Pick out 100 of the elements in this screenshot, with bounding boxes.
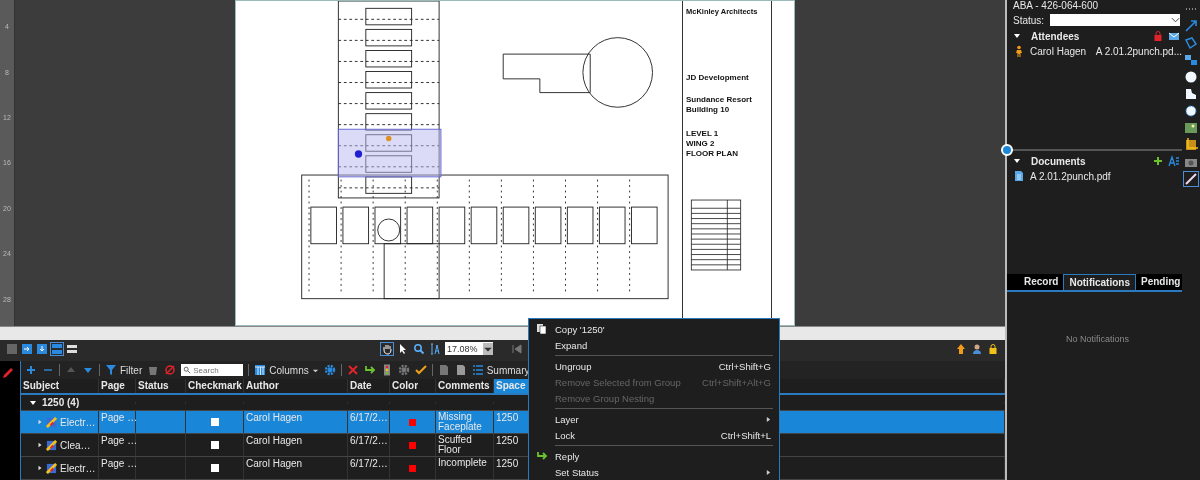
column-header[interactable]: Subject bbox=[21, 379, 99, 393]
expand-arrow-icon[interactable] bbox=[37, 441, 43, 449]
list-icon bbox=[471, 364, 484, 376]
table-cell: Clea… bbox=[60, 439, 91, 451]
reply-icon bbox=[536, 450, 548, 462]
filter-button[interactable]: Filter bbox=[105, 364, 143, 376]
menu-item[interactable]: Copy '1250' bbox=[529, 321, 779, 337]
document-icon[interactable] bbox=[454, 364, 467, 376]
section-title: Attendees bbox=[1031, 30, 1080, 42]
shapes-icon[interactable] bbox=[1184, 53, 1198, 67]
pointer-icon[interactable] bbox=[397, 342, 409, 355]
sort-icon[interactable] bbox=[1168, 155, 1180, 167]
hand-icon[interactable] bbox=[381, 342, 393, 355]
settings-icon[interactable] bbox=[397, 364, 410, 376]
column-header[interactable]: Status bbox=[136, 379, 186, 393]
add-icon[interactable] bbox=[25, 364, 37, 376]
menu-item[interactable]: Expand bbox=[529, 337, 779, 353]
project-name: Building 10 bbox=[686, 105, 731, 115]
checkbox[interactable] bbox=[210, 418, 219, 426]
session-id: ABA - 426-064-600 bbox=[1013, 0, 1100, 11]
lock-icon[interactable] bbox=[1152, 30, 1164, 42]
table-cell: Scuffed Floor bbox=[436, 434, 494, 456]
stacked-view-icon[interactable] bbox=[66, 342, 78, 355]
markup-icon bbox=[46, 462, 57, 474]
zoom-field[interactable]: 17.08% bbox=[445, 342, 493, 355]
column-header[interactable]: Color bbox=[390, 379, 436, 393]
sheet-title: LEVEL 1 bbox=[686, 129, 720, 139]
attendee-document: A 2.01.2punch.pd... bbox=[1095, 45, 1182, 57]
copy-icon bbox=[536, 323, 548, 335]
text-select-icon[interactable] bbox=[429, 342, 441, 355]
ellipse-icon[interactable] bbox=[1184, 70, 1198, 84]
settings-icon[interactable] bbox=[323, 364, 336, 376]
polyline-icon[interactable] bbox=[1184, 36, 1198, 50]
up-arrow-icon[interactable] bbox=[955, 342, 967, 355]
caret-icon bbox=[1171, 16, 1180, 24]
tab[interactable]: Record bbox=[1019, 274, 1064, 290]
table-cell: Page … bbox=[99, 411, 136, 433]
trash-icon[interactable] bbox=[147, 364, 160, 376]
mail-icon[interactable] bbox=[1168, 30, 1180, 42]
delete-icon[interactable] bbox=[346, 364, 359, 376]
table-cell: Carol Hagen bbox=[244, 434, 348, 456]
table-cell: Missing Faceplate bbox=[436, 411, 494, 433]
document-icon[interactable] bbox=[437, 364, 450, 376]
menu-item[interactable]: Ungroup Ctrl+Shift+G bbox=[529, 358, 779, 374]
empty-message: No Notifications bbox=[1065, 334, 1130, 344]
columns-button[interactable]: Columns bbox=[254, 364, 319, 376]
group-row-label[interactable]: 1250 (4) bbox=[21, 397, 99, 408]
first-page-icon[interactable] bbox=[511, 342, 523, 355]
status-label: Status: bbox=[1013, 14, 1045, 26]
reply-icon[interactable] bbox=[363, 364, 376, 376]
lock-icon[interactable] bbox=[987, 342, 999, 355]
column-header[interactable]: Author bbox=[244, 379, 348, 393]
project-name: Sundance Resort bbox=[686, 95, 753, 105]
polygon-icon[interactable] bbox=[1184, 87, 1198, 101]
column-header[interactable]: Date bbox=[348, 379, 390, 393]
filter-icon bbox=[105, 364, 117, 376]
table-cell: Carol Hagen bbox=[244, 411, 348, 433]
person-icon bbox=[1013, 45, 1025, 57]
pen-icon[interactable] bbox=[1184, 172, 1198, 186]
tab[interactable]: Notifications bbox=[1063, 274, 1136, 290]
expand-arrow-icon[interactable] bbox=[29, 398, 37, 407]
checkbox[interactable] bbox=[210, 464, 219, 472]
table-cell: Carol Hagen bbox=[244, 457, 348, 479]
markup-icon bbox=[46, 439, 57, 451]
user-icon[interactable] bbox=[971, 342, 983, 355]
attendee-name: Carol Hagen bbox=[1030, 45, 1088, 57]
document-icon bbox=[1013, 170, 1025, 182]
export-icon[interactable] bbox=[36, 342, 48, 355]
tab[interactable]: Pending bbox=[1136, 274, 1186, 290]
expand-arrow-icon[interactable] bbox=[1013, 32, 1021, 40]
expand-arrow-icon[interactable] bbox=[1013, 157, 1021, 165]
checkmark-icon[interactable] bbox=[414, 364, 427, 376]
arrow-icon[interactable] bbox=[1184, 19, 1198, 33]
import-icon[interactable] bbox=[21, 342, 33, 355]
image-icon[interactable] bbox=[1184, 121, 1198, 135]
search-field[interactable]: Search bbox=[181, 364, 244, 376]
document-name[interactable]: A 2.01.2punch.pdf bbox=[1030, 170, 1111, 182]
table-cell: 6/17/2… bbox=[348, 457, 390, 479]
table-cell: Electr… bbox=[60, 416, 96, 428]
table-cell: Electr… bbox=[60, 462, 96, 474]
column-header[interactable]: Checkmark bbox=[186, 379, 244, 393]
expand-arrow-icon[interactable] bbox=[37, 464, 43, 472]
column-header[interactable]: Page bbox=[99, 379, 136, 393]
pencil-icon[interactable] bbox=[2, 367, 14, 379]
table-cell: 6/17/2… bbox=[348, 411, 390, 433]
search-icon bbox=[183, 366, 192, 374]
checkbox[interactable] bbox=[210, 441, 219, 449]
sheet-title: WING 2 bbox=[686, 139, 716, 149]
caret-icon[interactable] bbox=[483, 342, 493, 355]
table-cell: Incomplete bbox=[436, 457, 494, 479]
search-icon[interactable] bbox=[413, 342, 425, 355]
client-name: JD Development bbox=[686, 73, 750, 83]
split-view-icon[interactable] bbox=[51, 342, 63, 355]
cloud-icon[interactable] bbox=[1184, 104, 1198, 118]
add-icon[interactable] bbox=[1152, 155, 1164, 167]
columns-icon bbox=[254, 364, 267, 376]
crop-icon[interactable] bbox=[1184, 138, 1198, 152]
clear-filter-icon[interactable] bbox=[164, 364, 177, 376]
sheet-title: FLOOR PLAN bbox=[686, 149, 739, 159]
table-cell: Page … bbox=[99, 434, 136, 456]
